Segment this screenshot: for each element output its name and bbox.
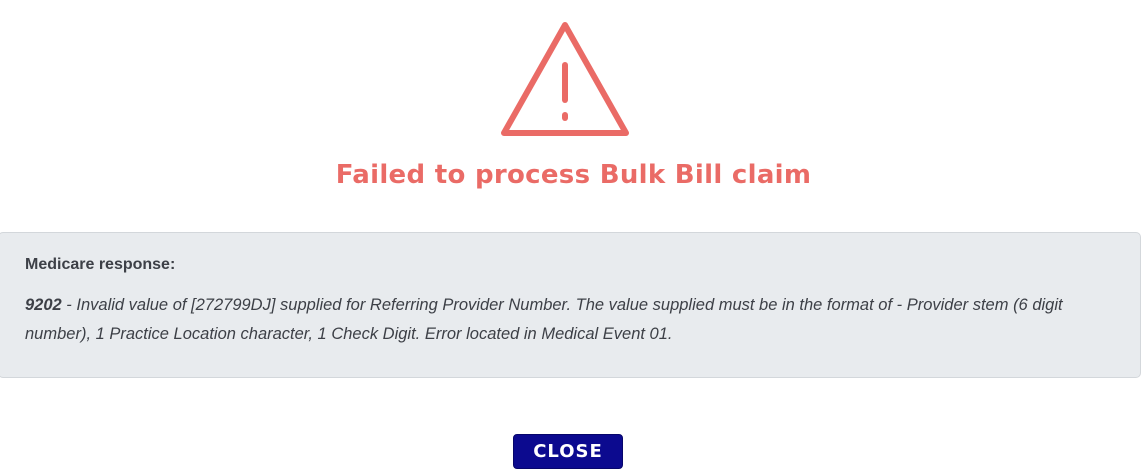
warning-triangle-icon (501, 22, 629, 136)
response-label: Medicare response: (25, 256, 176, 273)
close-button[interactable]: CLOSE (513, 434, 623, 469)
response-message-text: - Invalid value of [272799DJ] supplied f… (25, 296, 1063, 343)
response-message: 9202 - Invalid value of [272799DJ] suppl… (25, 291, 1105, 349)
response-code: 9202 (25, 296, 62, 314)
dialog-title: Failed to process Bulk Bill claim (335, 160, 812, 190)
medicare-response-panel: Medicare response: 9202 - Invalid value … (0, 232, 1141, 378)
error-dialog: Failed to process Bulk Bill claim Medica… (0, 0, 1147, 475)
